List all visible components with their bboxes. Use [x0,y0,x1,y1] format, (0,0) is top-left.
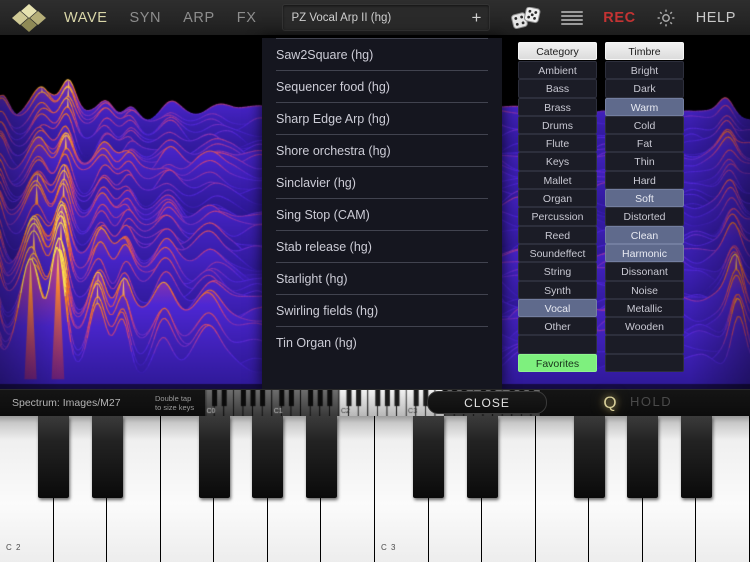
piano-key-label: C 3 [381,543,396,552]
piano-black-key[interactable] [252,416,283,498]
piano-black-key[interactable] [574,416,605,498]
category-item-flute[interactable]: Flute [518,134,597,152]
timbre-item-cold[interactable]: Cold [605,116,684,134]
hamburger-menu-icon[interactable] [561,11,583,25]
preset-list-item[interactable]: Sharp Edge Arp (hg) [276,102,488,134]
main-nav-tabs: WAVE SYN ARP FX [64,10,256,26]
timbre-item-wooden[interactable]: Wooden [605,317,684,335]
close-button[interactable]: CLOSE [427,391,547,414]
timbre-item-blank [605,354,684,372]
piano-black-key[interactable] [681,416,712,498]
timbre-item-harmonic[interactable]: Harmonic [605,244,684,262]
piano-black-key[interactable] [306,416,337,498]
piano-key-label: C 2 [6,543,21,552]
preset-list-item[interactable]: Sequencer food (hg) [276,70,488,102]
category-item-reed[interactable]: Reed [518,226,597,244]
tab-syn[interactable]: SYN [130,10,162,26]
toolbar-right-group: REC HELP [511,7,750,29]
category-item-vocal[interactable]: Vocal [518,299,597,317]
double-tap-hint-line1: Double tap [155,394,191,403]
category-item-ambient[interactable]: Ambient [518,61,597,79]
category-item-mallet[interactable]: Mallet [518,171,597,189]
preset-name-value: PZ Vocal Arp II (hg) [291,12,465,24]
timbre-item-thin[interactable]: Thin [605,152,684,170]
preset-list-item[interactable]: Sing Stop (CAM) [276,198,488,230]
timbre-item-dark[interactable]: Dark [605,79,684,97]
timbre-item-noise[interactable]: Noise [605,281,684,299]
diamond-cluster-logo-icon [12,4,46,32]
timbre-header: Timbre [605,42,684,60]
tab-wave[interactable]: WAVE [64,10,108,26]
tab-fx[interactable]: FX [237,10,257,26]
timbre-item-metallic[interactable]: Metallic [605,299,684,317]
double-tap-hint: Double tap to size keys [155,394,203,412]
timbre-item-bright[interactable]: Bright [605,61,684,79]
help-button[interactable]: HELP [696,10,736,26]
timbre-item-dissonant[interactable]: Dissonant [605,262,684,280]
double-tap-hint-line2: to size keys [155,403,194,412]
timbre-item-blank [605,335,684,353]
category-item-organ[interactable]: Organ [518,189,597,207]
piano-keyboard[interactable]: C 2 C 3 [0,416,750,562]
app-logo[interactable] [0,0,56,36]
preset-list-item[interactable]: Stab release (hg) [276,230,488,262]
preset-list-item[interactable]: Saw2Square (hg) [276,38,488,70]
preset-list-panel: Saw2Square (hg)Sequencer food (hg)Sharp … [262,38,502,389]
category-item-string[interactable]: String [518,262,597,280]
timbre-item-fat[interactable]: Fat [605,134,684,152]
category-item-bass[interactable]: Bass [518,79,597,97]
timbre-column: Timbre BrightDarkWarmColdFatThinHardSoft… [605,42,684,390]
piano-black-key[interactable] [38,416,69,498]
category-header: Category [518,42,597,60]
preset-list-item[interactable]: Tin Organ (hg) [276,326,488,358]
tab-arp[interactable]: ARP [183,10,215,26]
piano-black-key[interactable] [92,416,123,498]
piano-black-key[interactable] [199,416,230,498]
filter-panel: Category AmbientBassBrassDrumsFluteKeysM… [518,42,684,390]
dice-icon[interactable] [511,7,541,29]
preset-list-item[interactable]: Shore orchestra (hg) [276,134,488,166]
category-item-blank [518,335,597,353]
timbre-item-warm[interactable]: Warm [605,98,684,116]
category-item-keys[interactable]: Keys [518,152,597,170]
timbre-item-hard[interactable]: Hard [605,171,684,189]
rec-button[interactable]: REC [603,10,635,26]
preset-name-field[interactable]: PZ Vocal Arp II (hg) + [282,4,490,31]
category-item-drums[interactable]: Drums [518,116,597,134]
preset-list-item[interactable]: Swirling fields (hg) [276,294,488,326]
category-item-synth[interactable]: Synth [518,281,597,299]
category-item-soundeffect[interactable]: Soundeffect [518,244,597,262]
preset-list-item[interactable]: Starlight (hg) [276,262,488,294]
synth-app-window: WAVE SYN ARP FX PZ Vocal Arp II (hg) + [0,0,750,562]
hold-button[interactable]: HOLD [630,394,672,409]
piano-black-key[interactable] [627,416,658,498]
category-item-brass[interactable]: Brass [518,98,597,116]
category-column: Category AmbientBassBrassDrumsFluteKeysM… [518,42,597,390]
preset-list-item[interactable]: Sinclavier (hg) [276,166,488,198]
add-preset-button[interactable]: + [466,9,482,26]
q-knob[interactable]: Q [598,391,622,415]
top-toolbar: WAVE SYN ARP FX PZ Vocal Arp II (hg) + [0,0,750,36]
piano-black-key[interactable] [467,416,498,498]
category-item-other[interactable]: Other [518,317,597,335]
category-item-percussion[interactable]: Percussion [518,207,597,225]
gear-icon[interactable] [656,8,676,28]
category-item-favorites[interactable]: Favorites [518,354,597,372]
timbre-item-distorted[interactable]: Distorted [605,207,684,225]
spectrum-source-label: Spectrum: Images/M27 [0,397,155,409]
timbre-item-clean[interactable]: Clean [605,226,684,244]
category-items: AmbientBassBrassDrumsFluteKeysMalletOrga… [518,61,597,372]
piano-black-key[interactable] [413,416,444,498]
preset-list: Saw2Square (hg)Sequencer food (hg)Sharp … [262,38,502,358]
timbre-items: BrightDarkWarmColdFatThinHardSoftDistort… [605,61,684,372]
timbre-item-soft[interactable]: Soft [605,189,684,207]
